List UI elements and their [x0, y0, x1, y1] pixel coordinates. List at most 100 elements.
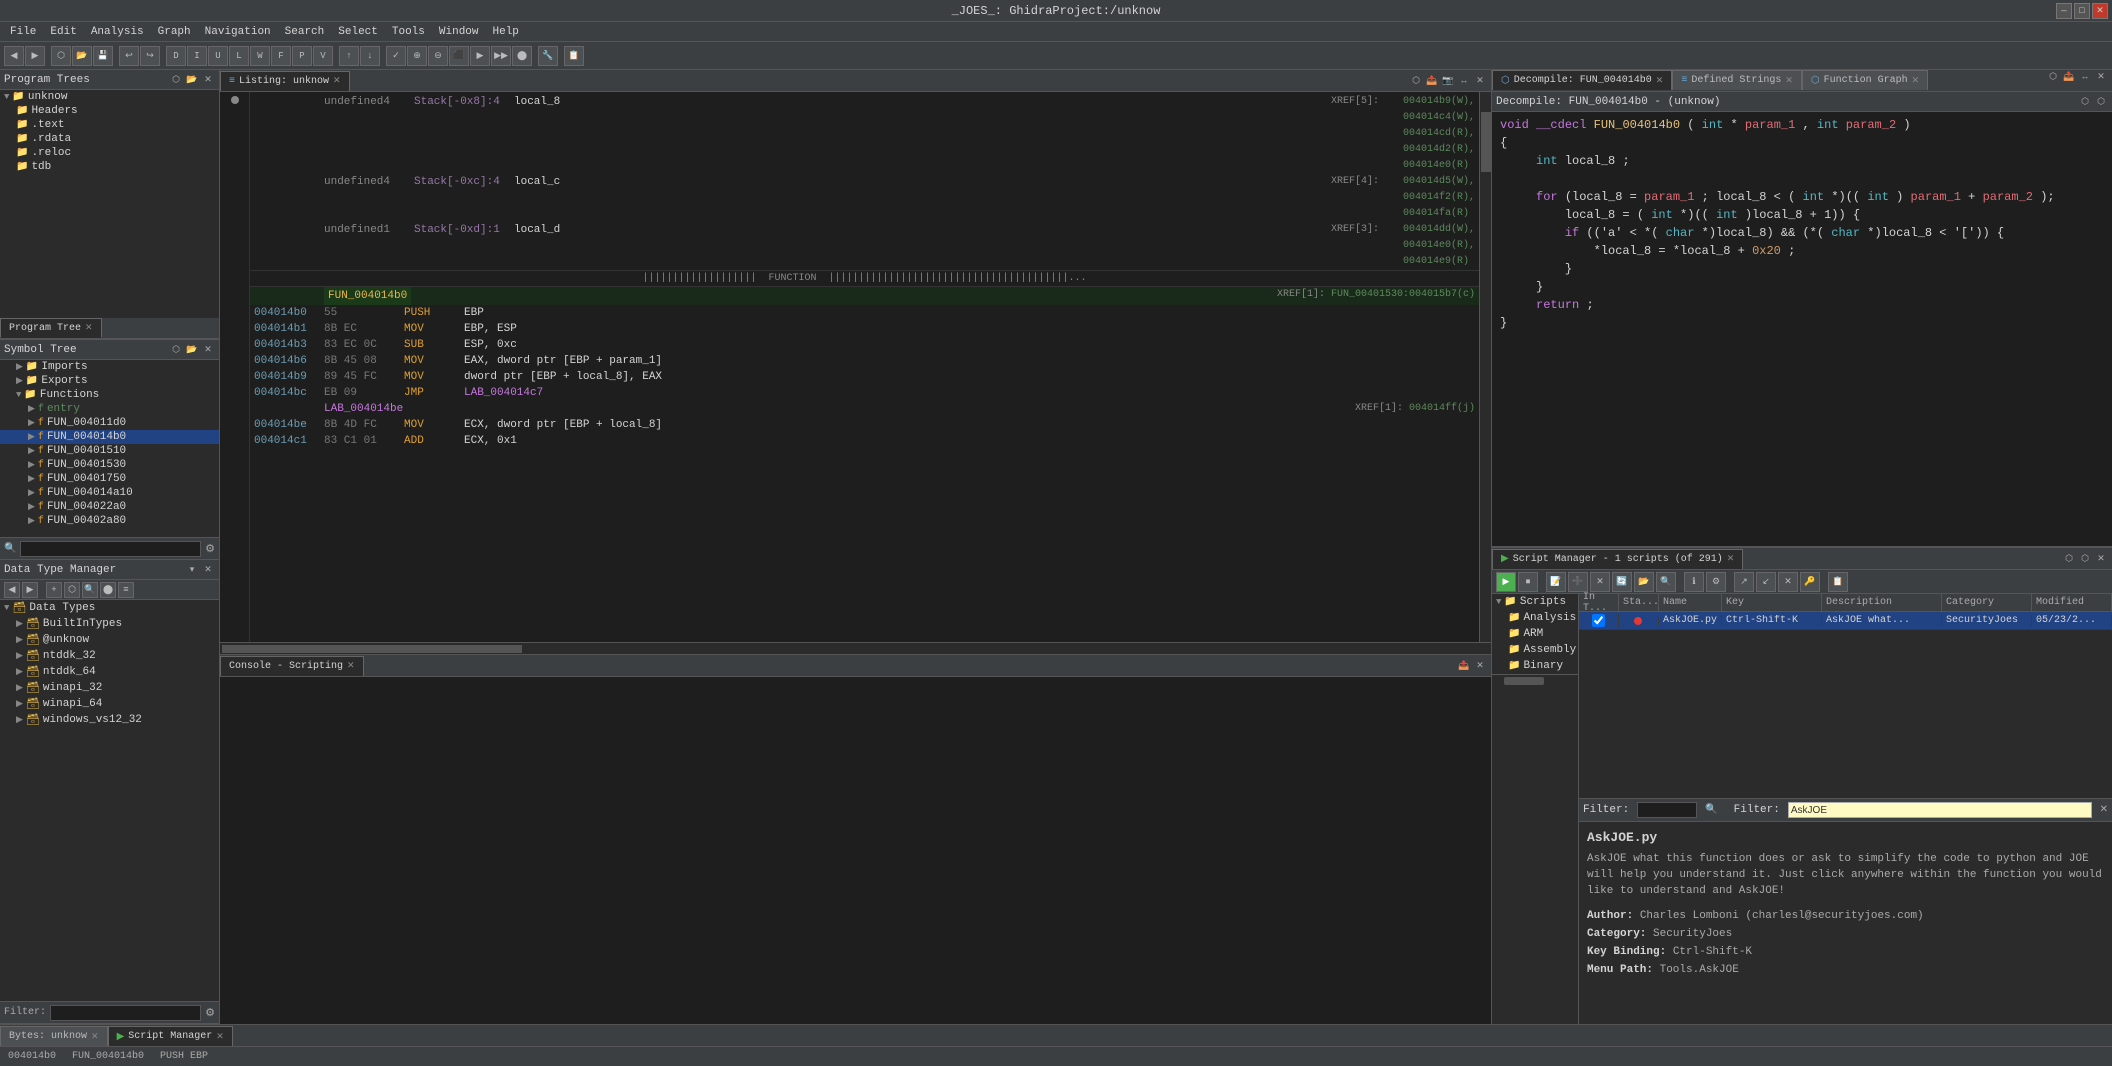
toolbar-btn-15[interactable]: V [313, 46, 333, 66]
tree-item-functions[interactable]: ▼ 📁 Functions [0, 388, 219, 402]
toolbar-btn-20[interactable]: ⊖ [428, 46, 448, 66]
tree-item-unknow[interactable]: ▼ 📁 unknow [0, 90, 219, 104]
sm-btn-1[interactable]: 📝 [1546, 572, 1566, 592]
sm-btn-7[interactable]: ℹ [1684, 572, 1704, 592]
tree-item-fun022a0[interactable]: ▶ f FUN_004022a0 [0, 500, 219, 514]
menu-navigation[interactable]: Navigation [199, 25, 277, 39]
script-tree-hscroll[interactable] [1492, 674, 1578, 686]
sym-tree-icon-2[interactable]: 📂 [185, 343, 199, 357]
menu-edit[interactable]: Edit [44, 25, 82, 39]
tree-item-unknow-dt[interactable]: ▶ 🗃 @unknow [0, 632, 219, 648]
script-filter-input-1[interactable] [1637, 802, 1697, 818]
col-desc[interactable]: Description [1822, 594, 1942, 611]
tree-item-headers[interactable]: 📁 Headers [0, 104, 219, 118]
dtm-btn-5[interactable]: 🔍 [82, 582, 98, 598]
sym-tree-icon-3[interactable]: ✕ [201, 343, 215, 357]
tree-item-fun011d0[interactable]: ▶ f FUN_004011d0 [0, 416, 219, 430]
script-tree-item-analysis[interactable]: 📁 Analysis [1492, 610, 1578, 626]
rp-icon-1[interactable]: ⬡ [2046, 70, 2060, 84]
tree-item-tdb[interactable]: 📁 tdb [0, 160, 219, 174]
tree-item-fun01530[interactable]: ▶ f FUN_00401530 [0, 458, 219, 472]
toolbar-btn-4[interactable]: 📂 [72, 46, 92, 66]
tree-item-fun014b0[interactable]: ▶ f FUN_004014b0 [0, 430, 219, 444]
listing-icon-5[interactable]: ✕ [1473, 74, 1487, 88]
listing-hscroll[interactable] [220, 642, 1491, 654]
listing-tab[interactable]: ≡ Listing: unknow ✕ [220, 71, 350, 91]
bottom-tab-bytes[interactable]: Bytes: unknow ✕ [0, 1026, 108, 1046]
dtm-btn-7[interactable]: ≡ [118, 582, 134, 598]
sm-btn-run[interactable]: ▶ [1496, 572, 1516, 592]
toolbar-btn-25[interactable]: 🔧 [538, 46, 558, 66]
listing-icon-4[interactable]: ↔ [1457, 74, 1471, 88]
tab-close-icon[interactable]: ✕ [347, 661, 355, 671]
filter-btn[interactable]: ⚙ [205, 542, 215, 556]
dtm-btn-6[interactable]: ⬤ [100, 582, 116, 598]
toolbar-btn-8[interactable]: D [166, 46, 186, 66]
console-tab[interactable]: Console - Scripting ✕ [220, 656, 364, 676]
toolbar-btn-2[interactable]: ▶ [25, 46, 45, 66]
tree-item-reloc[interactable]: 📁 .reloc [0, 146, 219, 160]
filter-clear-icon[interactable]: ✕ [2100, 804, 2108, 816]
tab-close-icon[interactable]: ✕ [333, 76, 341, 86]
listing-icon-1[interactable]: ⬡ [1409, 74, 1423, 88]
dec-icon-1[interactable]: ⬡ [2078, 95, 2092, 109]
sm-icon-3[interactable]: ✕ [2094, 552, 2108, 566]
col-name[interactable]: Name [1659, 594, 1722, 611]
toolbar-btn-26[interactable]: 📋 [564, 46, 584, 66]
col-key[interactable]: Key [1722, 594, 1822, 611]
tree-item-winvs32[interactable]: ▶ 🗃 windows_vs12_32 [0, 712, 219, 728]
menu-file[interactable]: File [4, 25, 42, 39]
program-tree-icon-1[interactable]: ⬡ [169, 73, 183, 87]
close-button[interactable]: ✕ [2092, 3, 2108, 19]
tree-item-rdata[interactable]: 📁 .rdata [0, 132, 219, 146]
toolbar-btn-23[interactable]: ▶▶ [491, 46, 511, 66]
col-in-tool[interactable]: In T... [1579, 594, 1619, 611]
console-icon-1[interactable]: 📤 [1457, 659, 1471, 673]
tree-item-winapi32[interactable]: ▶ 🗃 winapi_32 [0, 680, 219, 696]
dtm-icon-2[interactable]: ✕ [201, 563, 215, 577]
sym-tree-icon-1[interactable]: ⬡ [169, 343, 183, 357]
tree-item-fun014a10[interactable]: ▶ f FUN_004014a10 [0, 486, 219, 500]
tab-close-icon[interactable]: ✕ [1656, 76, 1664, 86]
sm-btn-11[interactable]: ✕ [1778, 572, 1798, 592]
script-tree-item-binary[interactable]: 📁 Binary [1492, 658, 1578, 674]
hscroll-thumb[interactable] [1504, 677, 1544, 685]
listing-icon-3[interactable]: 📷 [1441, 74, 1455, 88]
sm-btn-10[interactable]: ↙ [1756, 572, 1776, 592]
col-checkbox[interactable] [1579, 614, 1619, 627]
tree-item-entry[interactable]: ▶ f entry [0, 402, 219, 416]
toolbar-btn-24[interactable]: ⬤ [512, 46, 532, 66]
toolbar-btn-16[interactable]: ↑ [339, 46, 359, 66]
sm-btn-stop[interactable]: ⏹ [1518, 572, 1538, 592]
program-tree-icon-3[interactable]: ✕ [201, 73, 215, 87]
rp-icon-3[interactable]: ↔ [2078, 70, 2092, 84]
tree-item-datatypes[interactable]: ▼ 🗃 Data Types [0, 600, 219, 616]
hscroll-thumb[interactable] [222, 645, 522, 653]
toolbar-btn-11[interactable]: L [229, 46, 249, 66]
bottom-tab-scripts[interactable]: ▶ Script Manager ✕ [108, 1026, 233, 1046]
script-manager-tab[interactable]: ▶ Script Manager - 1 scripts (of 291) ✕ [1492, 549, 1743, 569]
dec-icon-2[interactable]: ⬡ [2094, 95, 2108, 109]
tree-item-ntddk64[interactable]: ▶ 🗃 ntddk_64 [0, 664, 219, 680]
sm-btn-9[interactable]: ↗ [1734, 572, 1754, 592]
decompile-tab[interactable]: ⬡ Decompile: FUN_004014b0 ✕ [1492, 70, 1672, 90]
toolbar-btn-5[interactable]: 💾 [93, 46, 113, 66]
dtm-btn-3[interactable]: + [46, 582, 62, 598]
tree-item-fun02a80[interactable]: ▶ f FUN_00402a80 [0, 514, 219, 528]
rp-icon-2[interactable]: 📤 [2062, 70, 2076, 84]
tree-item-imports[interactable]: ▶ 📁 Imports [0, 360, 219, 374]
col-status[interactable]: Sta... [1619, 594, 1659, 611]
menu-analysis[interactable]: Analysis [85, 25, 150, 39]
sm-btn-5[interactable]: 📂 [1634, 572, 1654, 592]
defined-strings-tab[interactable]: ≡ Defined Strings ✕ [1672, 70, 1802, 90]
sm-icon-1[interactable]: ⬡ [2062, 552, 2076, 566]
vscroll-thumb[interactable] [1481, 112, 1491, 172]
toolbar-btn-7[interactable]: ↪ [140, 46, 160, 66]
col-mod[interactable]: Modified [2032, 594, 2112, 611]
sm-icon-2[interactable]: ⬡ [2078, 552, 2092, 566]
sm-btn-8[interactable]: ⚙ [1706, 572, 1726, 592]
sm-btn-12[interactable]: 🔑 [1800, 572, 1820, 592]
sm-btn-13[interactable]: 📋 [1828, 572, 1848, 592]
menu-window[interactable]: Window [433, 25, 485, 39]
toolbar-btn-13[interactable]: F [271, 46, 291, 66]
